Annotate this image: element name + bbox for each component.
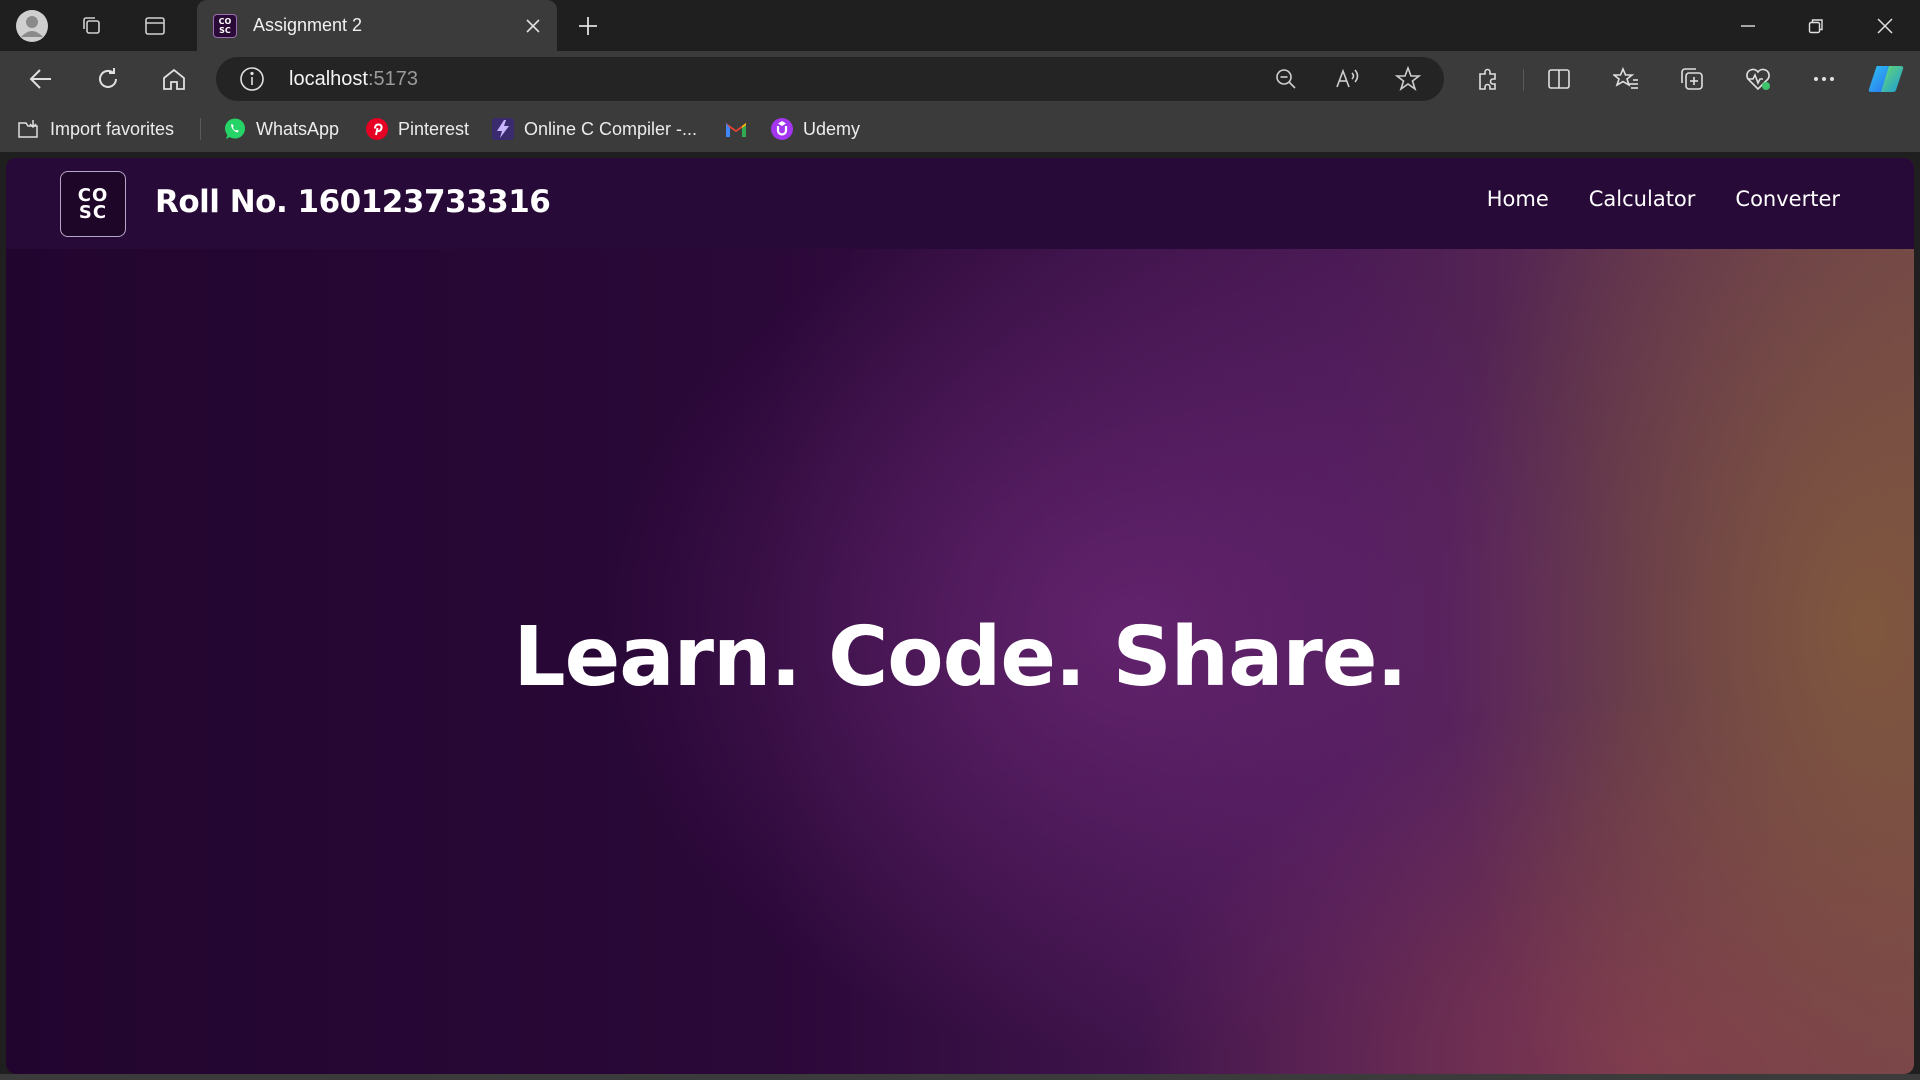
logo-text: CO SC	[77, 185, 109, 223]
window-bottom-edge	[0, 1074, 1920, 1080]
tab-title: Assignment 2	[253, 15, 363, 35]
url-port: :5173	[367, 68, 418, 90]
import-favorites-icon	[17, 117, 41, 141]
favorite-star-icon[interactable]	[1392, 63, 1424, 95]
close-window-icon[interactable]	[1855, 6, 1915, 46]
site-info-icon[interactable]	[238, 65, 266, 93]
page-viewport: CO SC Roll No. 160123733316 Home Calcula…	[6, 158, 1914, 1074]
favorites-icon[interactable]	[1606, 59, 1646, 99]
active-tab[interactable]: CO SC Assignment 2	[197, 0, 557, 51]
favorite-online-c-compiler[interactable]: Online C Compiler -...	[491, 116, 697, 142]
browser-essentials-icon[interactable]	[1738, 59, 1778, 99]
site-navbar: CO SC Roll No. 160123733316 Home Calcula…	[6, 158, 1914, 249]
site-nav: Home Calculator Converter	[1487, 187, 1840, 211]
extensions-icon[interactable]	[1468, 59, 1508, 99]
workspaces-icon[interactable]	[74, 8, 110, 44]
collections-icon[interactable]	[1672, 59, 1712, 99]
split-screen-icon[interactable]	[1539, 59, 1579, 99]
favorite-udemy[interactable]: Udemy	[770, 116, 860, 142]
favorite-label: Udemy	[803, 118, 861, 139]
favorite-label: Online C Compiler -...	[524, 118, 698, 139]
favorites-divider	[200, 118, 201, 140]
nav-calculator-link[interactable]: Calculator	[1589, 187, 1696, 211]
site-brand-title: Roll No. 160123733316	[155, 184, 551, 220]
new-tab-icon[interactable]	[570, 8, 606, 44]
nav-home-link[interactable]: Home	[1487, 187, 1549, 211]
favorite-label: WhatsApp	[256, 118, 340, 139]
whatsapp-icon	[223, 117, 247, 141]
url-text[interactable]: localhost:5173	[289, 68, 418, 91]
favorite-whatsapp[interactable]: WhatsApp	[223, 116, 339, 142]
favorite-import[interactable]: Import favorites	[17, 116, 174, 142]
toolbar-divider	[1523, 69, 1524, 91]
url-host: localhost	[289, 68, 368, 90]
address-bar[interactable]: localhost:5173	[216, 57, 1444, 101]
close-tab-icon[interactable]	[515, 8, 551, 44]
favorites-bar: Import favorites WhatsApp Pinterest Onli…	[0, 106, 1920, 152]
browser-titlebar: CO SC Assignment 2	[0, 0, 1920, 51]
udemy-icon	[770, 117, 794, 141]
copilot-icon[interactable]	[1866, 59, 1906, 99]
read-aloud-icon[interactable]	[1332, 63, 1364, 95]
back-icon[interactable]	[21, 59, 61, 99]
site-logo[interactable]: CO SC	[60, 171, 126, 237]
compiler-icon	[491, 117, 515, 141]
zoom-out-icon[interactable]	[1270, 63, 1302, 95]
refresh-icon[interactable]	[88, 59, 128, 99]
favorite-gmail[interactable]	[724, 116, 757, 142]
favorite-label: Pinterest	[398, 118, 470, 139]
more-options-icon[interactable]	[1804, 59, 1844, 99]
minimize-icon[interactable]	[1718, 6, 1778, 46]
pinterest-icon	[365, 117, 389, 141]
nav-converter-link[interactable]: Converter	[1735, 187, 1840, 211]
home-icon[interactable]	[154, 59, 194, 99]
restore-icon[interactable]	[1786, 6, 1846, 46]
hero-heading: Learn. Code. Share.	[513, 610, 1407, 705]
tab-favicon-icon: CO SC	[213, 13, 237, 38]
gmail-icon	[724, 117, 748, 141]
browser-toolbar: localhost:5173	[0, 51, 1920, 106]
vertical-tabs-icon[interactable]	[137, 8, 173, 44]
favorite-label: Import favorites	[50, 118, 175, 139]
favorite-pinterest[interactable]: Pinterest	[365, 116, 469, 142]
profile-icon[interactable]	[14, 8, 50, 44]
